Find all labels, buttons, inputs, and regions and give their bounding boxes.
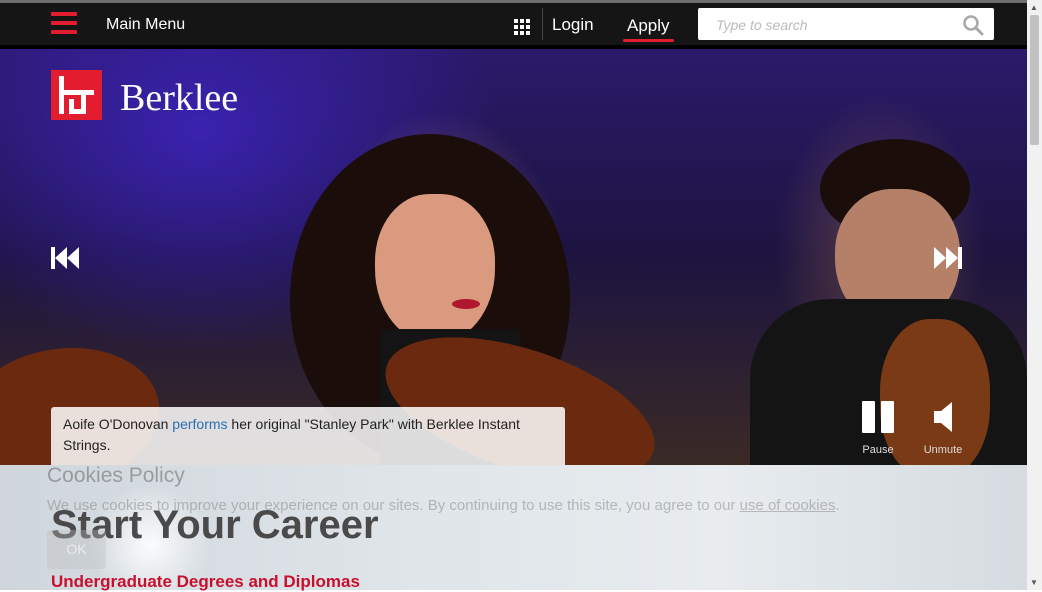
berklee-logo[interactable] xyxy=(51,70,102,120)
main-menu-label[interactable]: Main Menu xyxy=(106,16,185,34)
cookie-title: Cookies Policy xyxy=(47,464,185,487)
search-input[interactable] xyxy=(714,14,948,36)
caption-link[interactable]: performs xyxy=(172,416,227,432)
speaker-icon xyxy=(934,402,952,432)
apply-link[interactable]: Apply xyxy=(627,16,670,36)
cookie-text: We use cookies to improve your experienc… xyxy=(47,497,840,514)
scrollbar-thumb[interactable] xyxy=(1030,15,1039,145)
cookie-text-end: . xyxy=(835,497,840,514)
menu-icon[interactable] xyxy=(51,12,77,36)
cookie-message: We use cookies to improve your experienc… xyxy=(47,497,740,514)
performer-lips xyxy=(452,299,480,309)
scroll-up-arrow[interactable]: ▲ xyxy=(1030,3,1038,12)
caption-text: Aoife O'Donovan xyxy=(63,416,173,432)
berklee-wordmark[interactable]: Berklee xyxy=(120,76,238,120)
next-icon[interactable] xyxy=(934,243,962,273)
scroll-down-arrow[interactable]: ▼ xyxy=(1030,578,1038,587)
pause-icon xyxy=(862,401,894,433)
performer-face xyxy=(375,194,495,344)
cookie-ok-button[interactable]: OK xyxy=(47,530,106,569)
hero-video[interactable]: Berklee Aoife O'Donovan performs her ori… xyxy=(0,49,1027,465)
previous-icon[interactable] xyxy=(51,243,79,273)
login-link[interactable]: Login xyxy=(552,15,594,35)
search-box xyxy=(698,8,994,40)
nav-divider xyxy=(542,8,543,40)
top-navbar: Main Menu Login Apply xyxy=(0,3,1027,47)
cookie-policy-link[interactable]: use of cookies xyxy=(740,497,836,514)
apply-underline xyxy=(623,39,674,42)
search-icon[interactable] xyxy=(962,14,984,36)
apps-grid-icon[interactable] xyxy=(514,19,530,35)
